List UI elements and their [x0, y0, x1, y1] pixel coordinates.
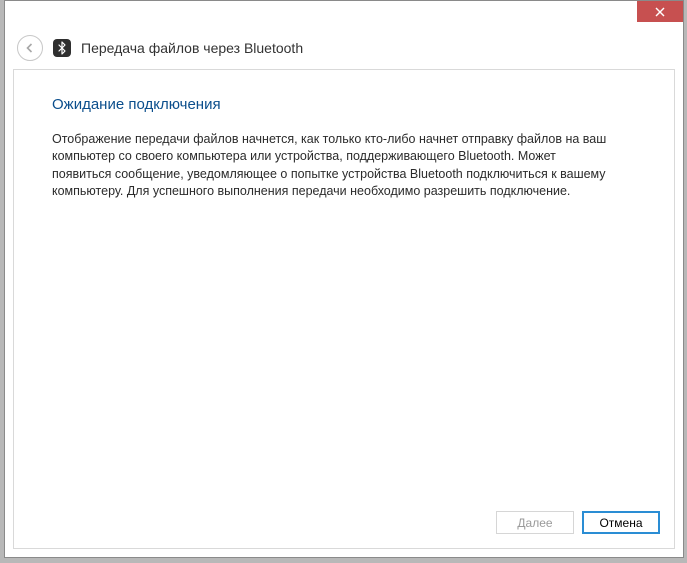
header: Передача файлов через Bluetooth [5, 27, 683, 73]
body-text: Отображение передачи файлов начнется, ка… [52, 131, 612, 200]
button-row: Далее Отмена [496, 511, 660, 534]
page-heading: Ожидание подключения [52, 96, 636, 113]
close-button[interactable] [637, 1, 683, 22]
titlebar [5, 1, 683, 27]
next-button: Далее [496, 511, 574, 534]
window-title: Передача файлов через Bluetooth [81, 40, 303, 56]
back-button[interactable] [17, 35, 43, 61]
arrow-left-icon [23, 41, 37, 55]
cancel-button[interactable]: Отмена [582, 511, 660, 534]
bluetooth-icon [53, 39, 71, 57]
content-frame: Ожидание подключения Отображение передач… [13, 69, 675, 549]
wizard-window: Передача файлов через Bluetooth Ожидание… [4, 0, 684, 558]
content-area: Ожидание подключения Отображение передач… [14, 70, 674, 200]
close-icon [655, 7, 665, 17]
